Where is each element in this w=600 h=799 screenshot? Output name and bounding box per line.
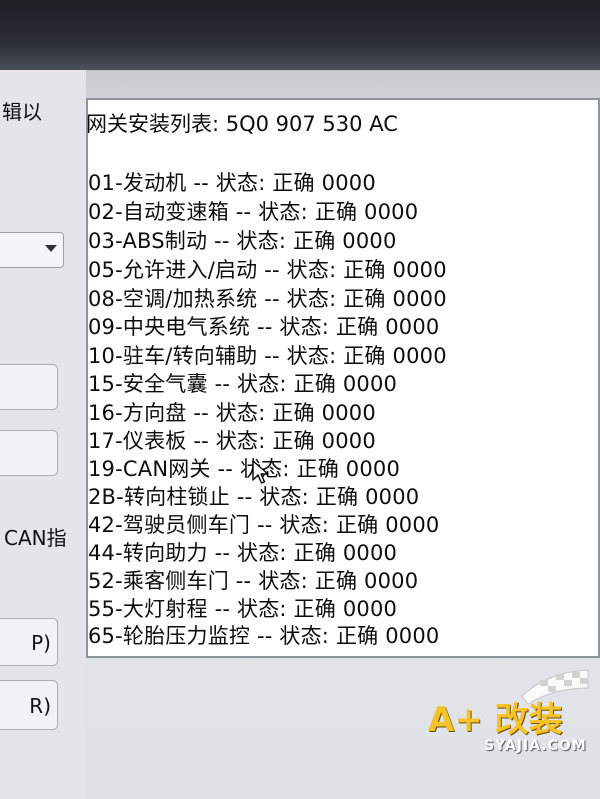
mouse-cursor-icon: [252, 460, 270, 490]
module-line: 17-仪表板 -- 状态: 正确 0000: [88, 429, 376, 453]
module-line: 09-中央电气系统 -- 状态: 正确 0000: [88, 315, 440, 339]
module-line: 65-轮胎压力监控 -- 状态: 正确 0000: [88, 624, 440, 648]
module-line: 10-驻车/转向辅助 -- 状态: 正确 0000: [88, 344, 447, 368]
monitor-bezel: [0, 0, 600, 70]
watermark: A+ 改装 SYAJIA.COM: [418, 666, 596, 766]
left-button-r[interactable]: R): [0, 680, 58, 730]
screen: 辑以 CAN指 P) R) 网关安装列表: 5Q0 907 530 AC 01-…: [0, 0, 600, 799]
left-caption-can: CAN指: [4, 526, 67, 550]
module-line: 03-ABS制动 -- 状态: 正确 0000: [88, 229, 397, 253]
left-button-2[interactable]: [0, 430, 58, 476]
module-line: 05-允许进入/启动 -- 状态: 正确 0000: [88, 258, 447, 282]
module-line: 19-CAN网关 -- 状态: 正确 0000: [88, 457, 401, 481]
watermark-logo: A+ 改装: [428, 700, 563, 740]
module-line: 08-空调/加热系统 -- 状态: 正确 0000: [88, 287, 447, 311]
module-line: 55-大灯射程 -- 状态: 正确 0000: [88, 597, 398, 621]
module-line: 16-方向盘 -- 状态: 正确 0000: [88, 401, 376, 425]
module-line: 02-自动变速箱 -- 状态: 正确 0000: [88, 200, 419, 224]
left-button-1[interactable]: [0, 364, 58, 410]
module-line: 42-驾驶员侧车门 -- 状态: 正确 0000: [88, 513, 440, 537]
module-line: 52-乘客侧车门 -- 状态: 正确 0000: [88, 569, 419, 593]
module-line: 01-发动机 -- 状态: 正确 0000: [88, 171, 376, 195]
module-line: 44-转向助力 -- 状态: 正确 0000: [88, 541, 398, 565]
left-dropdown[interactable]: [0, 232, 64, 268]
watermark-url: SYAJIA.COM: [484, 738, 587, 754]
chevron-down-icon: [45, 245, 57, 252]
gateway-title: 网关安装列表: 5Q0 907 530 AC: [86, 112, 398, 136]
module-line: 15-安全气囊 -- 状态: 正确 0000: [88, 372, 398, 396]
left-button-p[interactable]: P): [0, 618, 58, 666]
left-caption-top: 辑以: [2, 100, 42, 124]
